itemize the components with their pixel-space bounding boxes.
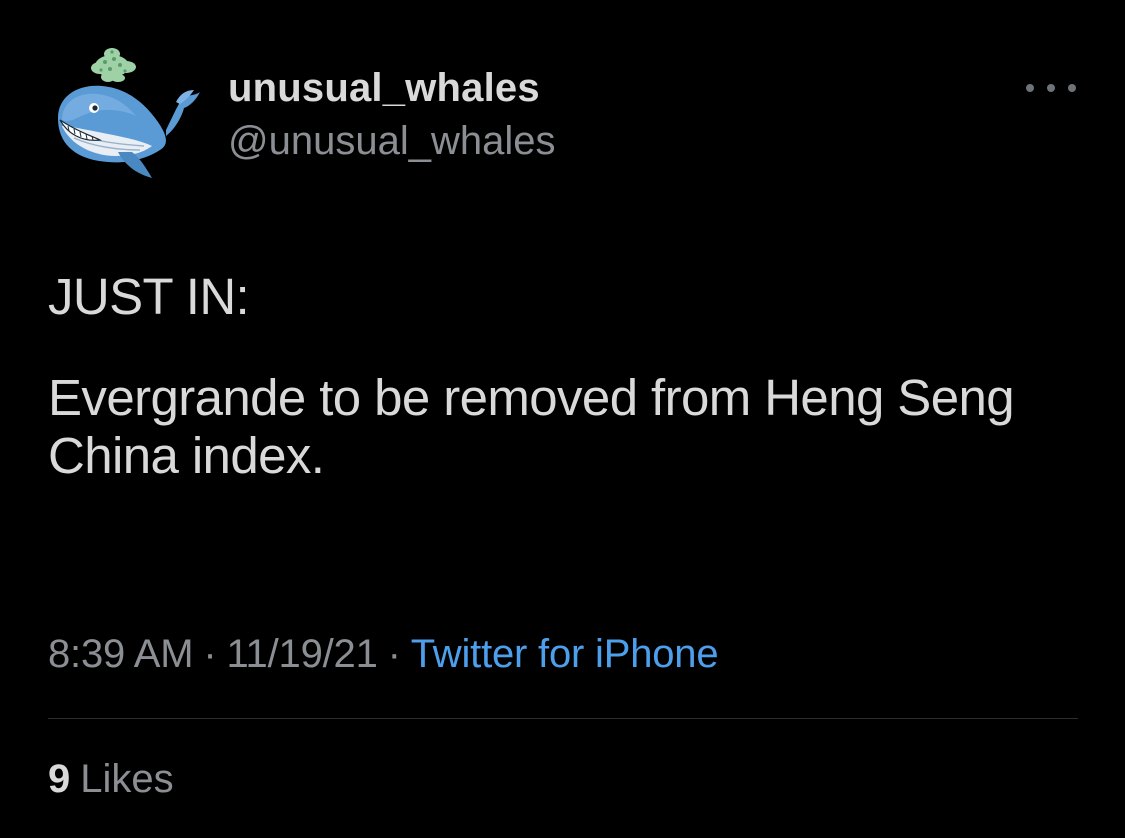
tweet-text-line: Evergrande to be removed from Heng Seng … [48,369,1015,484]
tweet-source-link[interactable]: Twitter for iPhone [411,632,719,676]
likes-stat[interactable]: 9 Likes [48,757,174,802]
tweet-card: unusual_whales @unusual_whales JUST IN: … [0,0,1125,838]
tweet-date[interactable]: 11/19/21 [226,632,377,676]
tweet-text: JUST IN: Evergrande to be removed from H… [48,268,1078,485]
tweet-text-line: JUST IN: [48,268,250,325]
more-options-icon [1047,84,1055,92]
more-options-button[interactable] [1026,74,1076,102]
avatar[interactable] [48,40,200,188]
likes-label: Likes [80,757,174,801]
tweet-meta: 8:39 AM · 11/19/21 · Twitter for iPhone [48,632,719,677]
tweet-time[interactable]: 8:39 AM [48,632,194,676]
more-options-icon [1026,84,1034,92]
display-name[interactable]: unusual_whales [228,66,540,111]
divider [48,718,1078,719]
meta-separator: · [203,632,217,676]
whale-logo-icon [58,48,200,178]
more-options-icon [1068,84,1076,92]
likes-count: 9 [48,757,71,801]
user-handle[interactable]: @unusual_whales [228,119,555,164]
meta-separator: · [387,632,401,676]
